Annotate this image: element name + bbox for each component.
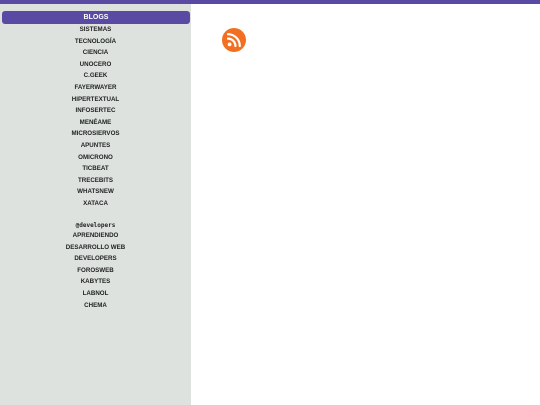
sidebar-item-apuntes[interactable]: APUNTES <box>0 140 191 152</box>
sidebar-item-fayerwayer[interactable]: FAYERWAYER <box>0 82 191 94</box>
sidebar-item-unocero[interactable]: UNOCERO <box>0 59 191 71</box>
sidebar-item-cgeek[interactable]: C.GEEK <box>0 70 191 82</box>
sidebar-item-ciencia[interactable]: CIENCIA <box>0 47 191 59</box>
sidebar-item-forosweb[interactable]: FOROSWEB <box>0 265 191 277</box>
blogs-list: SISTEMAS TECNOLOGÍA CIENCIA UNOCERO C.GE… <box>0 24 191 210</box>
sidebar-item-chema[interactable]: CHEMA <box>0 300 191 312</box>
blogs-header: BLOGS <box>2 11 190 24</box>
sidebar-item-developers[interactable]: DEVELOPERS <box>0 253 191 265</box>
sidebar-item-tecnologia[interactable]: TECNOLOGÍA <box>0 36 191 48</box>
sidebar: BLOGS SISTEMAS TECNOLOGÍA CIENCIA UNOCER… <box>0 4 191 405</box>
sidebar-item-hipertextual[interactable]: HIPERTEXTUAL <box>0 94 191 106</box>
sidebar-item-xataca[interactable]: XATACA <box>0 198 191 210</box>
sidebar-item-whatsnew[interactable]: WHATSNEW <box>0 186 191 198</box>
sidebar-item-kabytes[interactable]: KABYTES <box>0 276 191 288</box>
sidebar-item-ticbeat[interactable]: TICBEAT <box>0 163 191 175</box>
sidebar-item-labnol[interactable]: LABNOL <box>0 288 191 300</box>
sidebar-item-desarrollo-web[interactable]: DESARROLLO WEB <box>0 242 191 254</box>
sidebar-item-sistemas[interactable]: SISTEMAS <box>0 24 191 36</box>
sidebar-item-infosertec[interactable]: INFOSERTEC <box>0 105 191 117</box>
sidebar-item-aprendiendo[interactable]: APRENDIENDO <box>0 230 191 242</box>
rss-icon[interactable] <box>222 28 246 52</box>
sidebar-item-trecebits[interactable]: TRECEBITS <box>0 175 191 187</box>
sidebar-item-meneame[interactable]: MENÉAME <box>0 117 191 129</box>
sidebar-item-microsiervos[interactable]: MICROSIERVOS <box>0 128 191 140</box>
sidebar-item-omicrono[interactable]: OMICRONO <box>0 152 191 164</box>
developers-list: APRENDIENDO DESARROLLO WEB DEVELOPERS FO… <box>0 230 191 311</box>
